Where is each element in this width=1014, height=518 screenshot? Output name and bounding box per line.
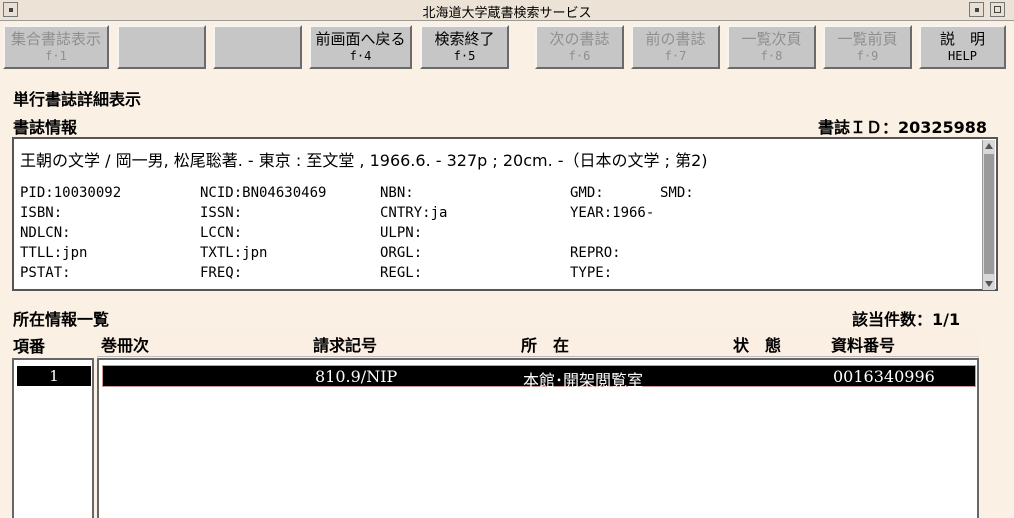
field-freq: FREQ: xyxy=(200,265,243,281)
next-bib-button[interactable]: 次の書誌 f·6 xyxy=(535,25,624,69)
window-title: 北海道大学蔵書検索サービス xyxy=(422,6,592,21)
col-material-id-header: 資料番号 xyxy=(831,336,896,355)
collection-bib-label: 集合書誌表示 xyxy=(10,30,101,48)
field-pstat: PSTAT: xyxy=(20,265,71,281)
blank-button-2[interactable] xyxy=(117,25,206,69)
holdings-count: 該当件数：1/1 xyxy=(852,310,961,329)
field-type: TYPE: xyxy=(570,265,613,281)
field-lccn: LCCN: xyxy=(200,225,243,241)
col-status-header: 状 態 xyxy=(733,336,782,355)
end-search-key: f·5 xyxy=(453,49,476,63)
field-issn: ISSN: xyxy=(200,205,243,221)
bib-section-label: 書誌情報 xyxy=(13,118,78,137)
scroll-up-icon[interactable] xyxy=(985,143,993,149)
bib-info-panel: 王朝の文学 / 岡一男, 松尾聡著. - 東京 : 至文堂 , 1966.6. … xyxy=(12,137,998,291)
list-prev-page-key: f·9 xyxy=(856,49,879,63)
minimize-button[interactable] xyxy=(969,2,984,17)
field-gmd: GMD: xyxy=(570,185,604,201)
field-ncid: NCID:BN04630469 xyxy=(200,185,327,201)
field-repro: REPRO: xyxy=(570,245,621,261)
help-key: HELP xyxy=(948,49,977,63)
index-item-selected[interactable]: 1 xyxy=(17,366,91,386)
field-ttll: TTLL:jpn xyxy=(20,245,88,261)
back-to-previous-button[interactable]: 前画面へ戻る f·4 xyxy=(309,25,412,69)
back-to-previous-key: f·4 xyxy=(349,49,372,63)
collection-bib-key: f·1 xyxy=(45,49,67,63)
bib-scrollbar[interactable] xyxy=(982,140,995,290)
prev-bib-key: f·7 xyxy=(664,49,687,63)
list-next-page-key: f·8 xyxy=(760,49,783,63)
field-regl: REGL: xyxy=(380,265,423,281)
maximize-button[interactable] xyxy=(990,2,1005,17)
holdings-list[interactable]: 810.9/NIP 本館･開架閲覧室 0016340996 xyxy=(97,358,979,518)
table-row[interactable]: 810.9/NIP 本館･開架閲覧室 0016340996 xyxy=(102,365,976,390)
next-bib-label: 次の書誌 xyxy=(549,30,610,48)
end-search-label: 検索終了 xyxy=(434,30,495,48)
cell-location: 本館･開架閲覧室 xyxy=(523,371,644,390)
minimize-icon xyxy=(975,8,979,12)
field-year: YEAR:1966- xyxy=(570,205,655,221)
field-smd: SMD: xyxy=(660,185,694,201)
field-txtl: TXTL:jpn xyxy=(200,245,268,261)
field-ulpn: ULPN: xyxy=(380,225,423,241)
cell-material-id: 0016340996 xyxy=(833,367,935,386)
cell-call-number: 810.9/NIP xyxy=(315,367,398,386)
scroll-thumb[interactable] xyxy=(984,154,994,274)
field-orgl: ORGL: xyxy=(380,245,423,261)
bib-id: 書誌ＩＤ：20325988 xyxy=(818,118,988,137)
function-key-toolbar: 集合書誌表示 f·1 前画面へ戻る f·4 検索終了 f·5 次の書誌 f·6 … xyxy=(0,21,1014,73)
col-call-number-header: 請求記号 xyxy=(313,336,378,355)
scroll-down-icon[interactable] xyxy=(985,281,993,287)
page-title: 単行書誌詳細表示 xyxy=(13,90,142,109)
holdings-section-label: 所在情報一覧 xyxy=(13,310,110,329)
index-column-header: 項番 xyxy=(13,337,46,356)
blank-button-3[interactable] xyxy=(213,25,302,69)
prev-bib-label: 前の書誌 xyxy=(645,30,706,48)
prev-bib-button[interactable]: 前の書誌 f·7 xyxy=(631,25,720,69)
collection-bib-button[interactable]: 集合書誌表示 f·1 xyxy=(3,25,109,69)
list-next-page-label: 一覧次頁 xyxy=(741,30,802,48)
col-volume-header: 巻冊次 xyxy=(101,336,150,355)
list-prev-page-label: 一覧前頁 xyxy=(837,30,898,48)
list-prev-page-button[interactable]: 一覧前頁 f·9 xyxy=(823,25,912,69)
back-to-previous-label: 前画面へ戻る xyxy=(315,30,406,48)
field-ndlcn: NDLCN: xyxy=(20,225,71,241)
field-nbn: NBN: xyxy=(380,185,414,201)
index-list[interactable]: 1 xyxy=(12,358,94,518)
maximize-icon xyxy=(994,6,1001,13)
help-label: 説 明 xyxy=(939,30,985,48)
list-next-page-button[interactable]: 一覧次頁 f·8 xyxy=(727,25,816,69)
col-location-header: 所 在 xyxy=(521,336,570,355)
window-titlebar: 北海道大学蔵書検索サービス xyxy=(0,0,1014,21)
holdings-header-row: 巻冊次 請求記号 所 在 状 態 資料番号 xyxy=(97,330,979,357)
field-cntry: CNTRY:ja xyxy=(380,205,448,221)
end-search-button[interactable]: 検索終了 f·5 xyxy=(420,25,509,69)
field-pid: PID:10030092 xyxy=(20,185,122,201)
field-isbn: ISBN: xyxy=(20,205,63,221)
help-button[interactable]: 説 明 HELP xyxy=(919,25,1006,69)
bib-title-line: 王朝の文学 / 岡一男, 松尾聡著. - 東京 : 至文堂 , 1966.6. … xyxy=(20,151,708,170)
next-bib-key: f·6 xyxy=(568,49,591,63)
